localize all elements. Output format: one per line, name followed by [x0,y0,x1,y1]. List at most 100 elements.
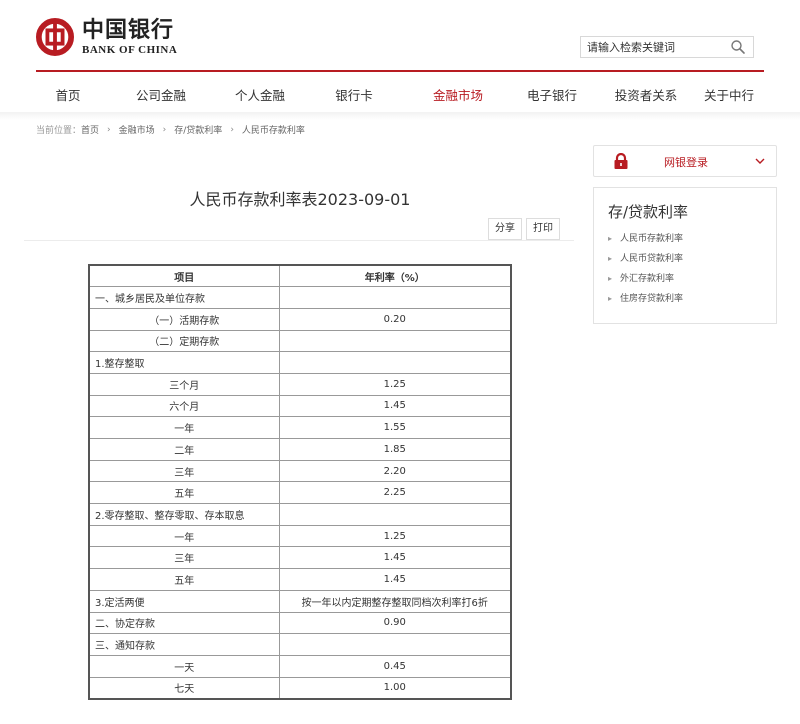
table-cell-rate: 2.20 [278,459,512,483]
rate-link-label: 住房存贷款利率 [620,294,684,304]
table-cell-item: 七天 [88,676,280,700]
table-row: 一年 1.25 [88,524,512,548]
table-cell-item: 三年 [88,546,280,570]
bullet-icon: ▸ [608,294,613,303]
header-divider [36,70,764,72]
logo-english-name: BANK OF CHINA [82,44,178,56]
table-header-rate: 年利率（%） [278,264,512,288]
table-cell-rate [278,633,512,656]
table-cell-item: 2.零存整取、整存零取、存本取息 [88,503,280,526]
table-cell-item: 一年 [88,416,280,439]
table-row: 二年 1.85 [88,438,512,461]
content-divider [24,240,574,241]
rate-link-label: 外汇存款利率 [620,274,675,284]
nav-item-bank-card[interactable]: 银行卡 [298,84,410,108]
rate-link-rmb-deposit[interactable]: ▸ 人民币存款利率 [608,233,683,253]
table-cell-item: 五年 [88,481,280,505]
table-cell-item: 二年 [88,438,280,461]
table-cell-item: 二、协定存款 [88,611,280,635]
rate-link-label: 人民币贷款利率 [620,254,684,264]
table-cell-rate: 0.20 [278,307,512,331]
bullet-icon: ▸ [608,234,613,243]
login-label: 网银登录 [664,156,708,169]
table-cell-item: 一、城乡居民及单位存款 [88,286,280,309]
breadcrumb-separator: › [107,124,111,135]
table-cell-item: 六个月 [88,394,280,418]
table-row: 3.定活两便 按一年以内定期整存整取同档次利率打6折 [88,589,512,613]
search-input[interactable] [581,37,727,57]
bank-logo[interactable]: 中国银行 BANK OF CHINA [36,16,196,58]
table-cell-rate: 1.45 [278,546,512,570]
table-cell-rate: 0.45 [278,654,512,678]
table-cell-item: 五年 [88,568,280,591]
rate-link-fx-deposit[interactable]: ▸ 外汇存款利率 [608,273,683,293]
breadcrumb-current: 人民币存款利率 [241,126,305,136]
table-row: 五年 1.45 [88,568,512,591]
table-header-row: 项目 年利率（%） [88,264,512,288]
table-row: 三个月 1.25 [88,372,512,396]
lock-icon [614,153,628,169]
share-button[interactable]: 分享 [488,218,522,240]
table-cell-rate: 2.25 [278,481,512,505]
table-row: 2.零存整取、整存零取、存本取息 [88,503,512,526]
logo-chinese-name: 中国银行 [82,17,175,43]
table-cell-item: 三个月 [88,372,280,396]
table-row: 三、通知存款 [88,633,512,656]
logo-text: 中国银行 BANK OF CHINA [82,18,177,56]
table-body: 一、城乡居民及单位存款 （一）活期存款 0.20 （二）定期存款 1.整存整取 三个月 1.… [88,286,512,700]
site-header: 中国银行 BANK OF CHINA [0,0,800,72]
table-cell-rate: 1.25 [278,372,512,396]
search-box [580,36,754,58]
chevron-down-icon[interactable] [754,156,766,166]
table-cell-rate [278,329,512,353]
table-row: 1.整存整取 [88,351,512,374]
print-button[interactable]: 打印 [526,218,560,240]
bullet-icon: ▸ [608,254,613,263]
search-icon[interactable] [729,38,747,56]
table-cell-rate: 1.45 [278,568,512,591]
table-cell-rate [278,351,512,374]
table-row: 三年 2.20 [88,459,512,483]
nav-item-financial-markets[interactable]: 金融市场 [410,84,506,108]
table-cell-item: 3.定活两便 [88,589,280,613]
breadcrumb: 当前位置： 首页 › 金融市场 › 存/贷款利率 › 人民币存款利率 [36,123,305,137]
table-row: 二、协定存款 0.90 [88,611,512,635]
table-cell-item: 一年 [88,524,280,548]
table-row: （二）定期存款 [88,329,512,353]
breadcrumb-prefix: 当前位置： [36,126,82,136]
breadcrumb-deposit-loan-rates[interactable]: 存/贷款利率 [174,123,222,136]
table-cell-rate: 1.85 [278,438,512,461]
table-row: 三年 1.45 [88,546,512,570]
main-nav: 首页 公司金融 个人金融 银行卡 金融市场 电子银行 投资者关系 关于中行 [36,84,764,108]
nav-item-investor-relations[interactable]: 投资者关系 [598,84,694,108]
nav-shadow [0,112,800,120]
online-banking-login[interactable]: 网银登录 [593,145,777,177]
nav-item-about-boc[interactable]: 关于中行 [694,84,764,108]
nav-item-home[interactable]: 首页 [36,84,100,108]
table-cell-item: 1.整存整取 [88,351,280,374]
breadcrumb-financial-markets[interactable]: 金融市场 [119,123,155,136]
breadcrumb-separator: › [230,124,234,135]
bullet-icon: ▸ [608,274,613,283]
table-cell-rate: 按一年以内定期整存整取同档次利率打6折 [278,589,512,613]
bank-of-china-logo-icon [36,18,74,56]
nav-item-e-banking[interactable]: 电子银行 [506,84,598,108]
table-cell-item: （二）定期存款 [88,329,280,353]
rate-link-housing[interactable]: ▸ 住房存贷款利率 [608,293,683,313]
rate-link-rmb-loan[interactable]: ▸ 人民币贷款利率 [608,253,683,273]
table-cell-item: 三、通知存款 [88,633,280,656]
breadcrumb-separator: › [162,124,167,135]
table-row: 一、城乡居民及单位存款 [88,286,512,309]
nav-item-personal-banking[interactable]: 个人金融 [222,84,298,108]
page-title: 人民币存款利率表2023-09-01 [189,190,411,209]
table-row: （一）活期存款 0.20 [88,307,512,331]
table-cell-rate: 1.25 [278,524,512,548]
table-cell-item: （一）活期存款 [88,307,280,331]
table-cell-rate: 1.45 [278,394,512,418]
table-cell-rate: 1.55 [278,416,512,439]
table-row: 一天 0.45 [88,654,512,678]
table-cell-rate: 0.90 [278,611,512,635]
rate-link-label: 人民币存款利率 [620,234,684,244]
breadcrumb-home[interactable]: 首页 [81,123,99,136]
nav-item-corporate-banking[interactable]: 公司金融 [100,84,222,108]
